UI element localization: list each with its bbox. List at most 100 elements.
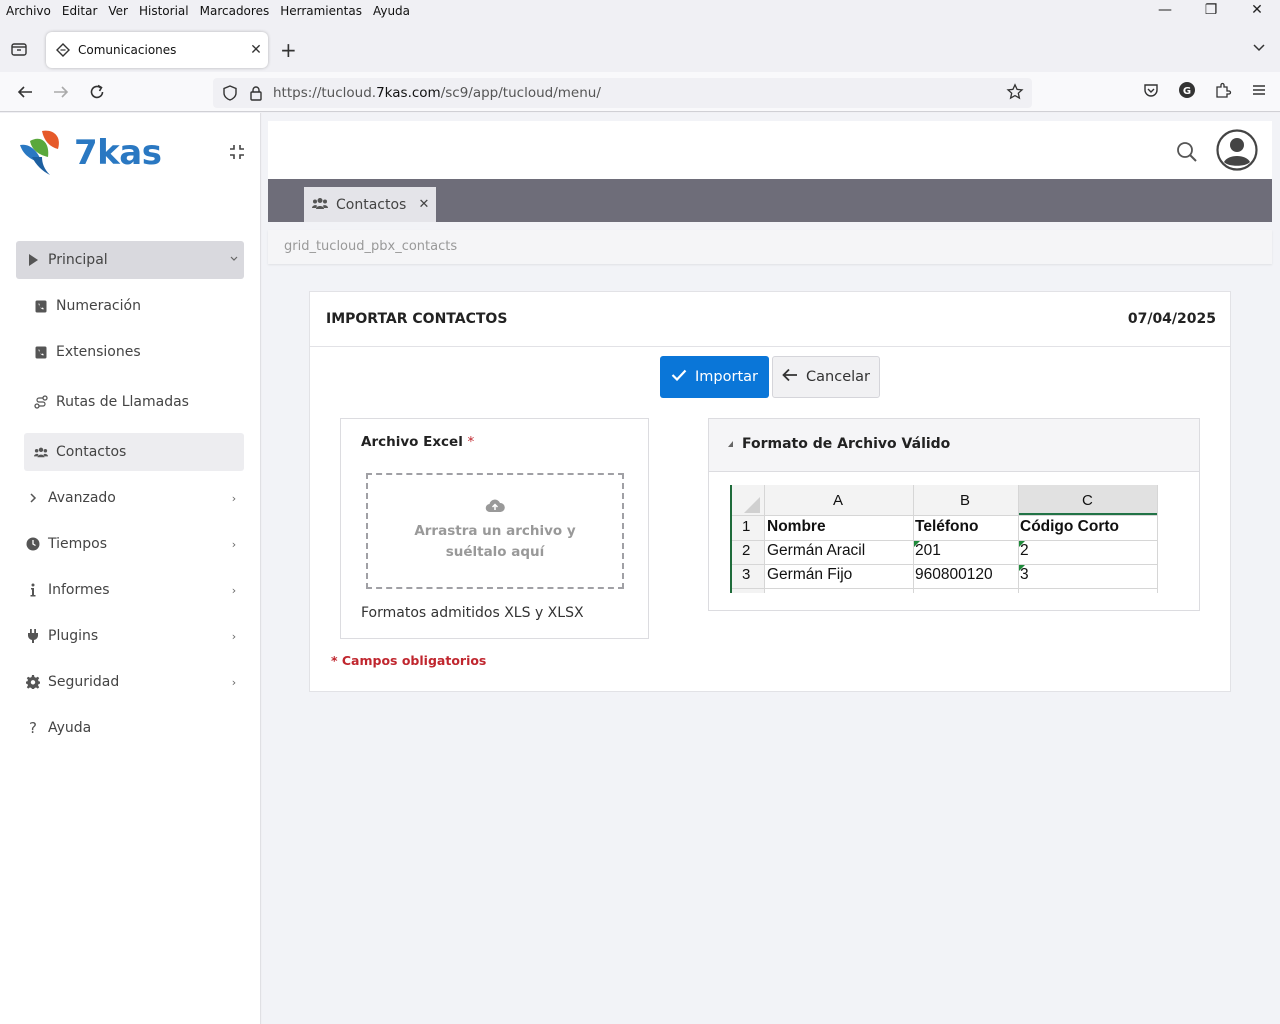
close-icon[interactable]: ✕ — [412, 197, 436, 212]
list-all-tabs-icon[interactable] — [10, 40, 28, 58]
tab-contactos[interactable]: Contactos ✕ — [304, 187, 436, 222]
svg-text:G: G — [1183, 86, 1191, 97]
menu-ver[interactable]: Ver — [108, 4, 128, 18]
tab-label: Contactos — [336, 196, 407, 213]
menu-archivo[interactable]: Archivo — [6, 4, 51, 18]
new-tab-icon[interactable]: + — [280, 38, 297, 62]
menu-herramientas[interactable]: Herramientas — [280, 4, 362, 18]
pocket-icon[interactable] — [1142, 81, 1160, 99]
file-upload-panel: Archivo Excel * Arrastra un archivo y su… — [340, 418, 649, 639]
sidebar-item-label: Contactos — [56, 443, 127, 460]
sidebar-item-tiempos[interactable]: Tiempos › — [16, 525, 244, 563]
url-bar[interactable]: https://tucloud.7kas.com/sc9/app/tucloud… — [213, 78, 1032, 108]
shield-icon[interactable] — [221, 84, 239, 102]
compress-icon[interactable] — [228, 143, 246, 161]
window-controls: — ❐ ✕ — [1142, 2, 1280, 18]
phone-book-icon — [34, 299, 48, 313]
info-icon — [26, 583, 40, 597]
row-number: 3 — [742, 566, 751, 583]
logo-leaf-icon — [20, 130, 59, 175]
table-cell: Código Corto — [1020, 518, 1120, 535]
file-dropzone[interactable]: Arrastra un archivo y suéltalo aquí — [366, 473, 624, 589]
sidebar-item-contactos[interactable]: Contactos — [24, 433, 244, 471]
browser-tab[interactable]: Comunicaciones ✕ — [46, 32, 268, 68]
question-icon: ? — [29, 719, 37, 737]
close-window-icon[interactable]: ✕ — [1234, 2, 1280, 18]
formats-text: Formatos admitidos XLS y XLSX — [361, 605, 584, 621]
card-header: IMPORTAR CONTACTOS 07/04/2025 — [310, 292, 1230, 347]
tab-title: Comunicaciones — [78, 43, 177, 57]
chevron-right-icon: › — [231, 629, 237, 643]
page-title: IMPORTAR CONTACTOS — [326, 311, 508, 327]
browser-tabbar: Comunicaciones ✕ + — [0, 28, 1280, 72]
url-text: https://tucloud.7kas.com/sc9/app/tucloud… — [273, 85, 601, 101]
sidebar-item-ayuda[interactable]: ? Ayuda — [16, 709, 244, 747]
table-cell: Nombre — [767, 518, 826, 535]
import-button[interactable]: Importar — [660, 356, 769, 398]
menu-marcadores[interactable]: Marcadores — [200, 4, 270, 18]
users-icon — [312, 197, 328, 213]
format-panel-title: Formato de Archivo Válido — [742, 436, 951, 452]
row-number: 2 — [742, 542, 751, 559]
sidebar-item-label: Plugins — [48, 627, 99, 644]
user-avatar-icon[interactable] — [1216, 129, 1258, 171]
sidebar-item-informes[interactable]: Informes › — [16, 571, 244, 609]
sidebar-item-avanzado[interactable]: Avanzado › — [16, 479, 244, 517]
close-tab-icon[interactable]: ✕ — [244, 42, 268, 58]
extensions-icon[interactable] — [1214, 81, 1232, 99]
forward-icon[interactable] — [50, 81, 72, 103]
collapse-triangle-icon — [728, 441, 733, 447]
table-cell: 960800120 — [915, 566, 993, 583]
row-number: 1 — [742, 518, 751, 535]
reload-icon[interactable] — [86, 81, 108, 103]
users-icon — [34, 445, 48, 459]
menu-ayuda[interactable]: Ayuda — [373, 4, 410, 18]
sidebar-item-seguridad[interactable]: Seguridad › — [16, 663, 244, 701]
import-label: Importar — [695, 369, 758, 385]
sidebar-item-rutas[interactable]: Rutas de Llamadas — [16, 379, 244, 425]
table-cell: 201 — [915, 542, 941, 559]
restore-icon[interactable]: ❐ — [1188, 2, 1234, 18]
chevron-down-icon[interactable] — [1252, 40, 1266, 58]
sidebar-item-numeracion[interactable]: Numeración — [16, 287, 244, 325]
gear-icon — [26, 675, 40, 689]
sidebar-item-label: Extensiones — [56, 343, 141, 360]
logo-text: 7kas — [74, 133, 162, 173]
dropzone-text: Arrastra un archivo y suéltalo aquí — [414, 523, 576, 560]
menu-historial[interactable]: Historial — [139, 4, 189, 18]
sidebar-item-principal[interactable]: Principal — [16, 241, 244, 279]
hamburger-menu-icon[interactable] — [1250, 81, 1268, 99]
back-icon[interactable] — [14, 81, 36, 103]
column-header: C — [1082, 492, 1093, 509]
cancel-button[interactable]: Cancelar — [772, 356, 880, 398]
sidebar-item-label: Principal — [48, 251, 108, 268]
format-panel-header[interactable]: Formato de Archivo Válido — [709, 419, 1199, 472]
chevron-right-icon: › — [231, 583, 237, 597]
column-header: B — [960, 492, 971, 509]
toolbar-icons: G — [1142, 81, 1268, 99]
table-cell: 2 — [1020, 542, 1029, 559]
lock-icon[interactable] — [249, 85, 263, 101]
spreadsheet-example: A B C 1 2 3 Nombre Teléfono Código Corto… — [730, 485, 1158, 593]
menu-editar[interactable]: Editar — [62, 4, 98, 18]
logo[interactable]: 7kas — [16, 127, 162, 179]
play-icon — [26, 253, 40, 267]
phone-book-icon — [34, 345, 48, 359]
site-favicon-icon — [56, 43, 70, 57]
app-tabstrip: Contactos ✕ — [268, 179, 1272, 222]
minimize-icon[interactable]: — — [1142, 2, 1188, 18]
sidebar-item-extensiones[interactable]: Extensiones — [16, 333, 244, 371]
sidebar-item-plugins[interactable]: Plugins › — [16, 617, 244, 655]
sidebar-item-label: Rutas de Llamadas — [56, 393, 189, 410]
chevron-right-icon: › — [231, 491, 237, 505]
date-label: 07/04/2025 — [1127, 311, 1216, 327]
clock-icon — [26, 537, 40, 551]
table-cell: Germán Aracil — [767, 542, 866, 559]
account-g-icon[interactable]: G — [1178, 81, 1196, 99]
sidebar-item-label: Numeración — [56, 297, 141, 314]
search-icon[interactable] — [1176, 141, 1198, 163]
app-header — [268, 121, 1272, 179]
column-header: A — [833, 492, 844, 509]
format-example-panel: Formato de Archivo Válido A B C 1 2 3 No… — [708, 418, 1200, 611]
bookmark-star-icon[interactable] — [1006, 83, 1024, 101]
